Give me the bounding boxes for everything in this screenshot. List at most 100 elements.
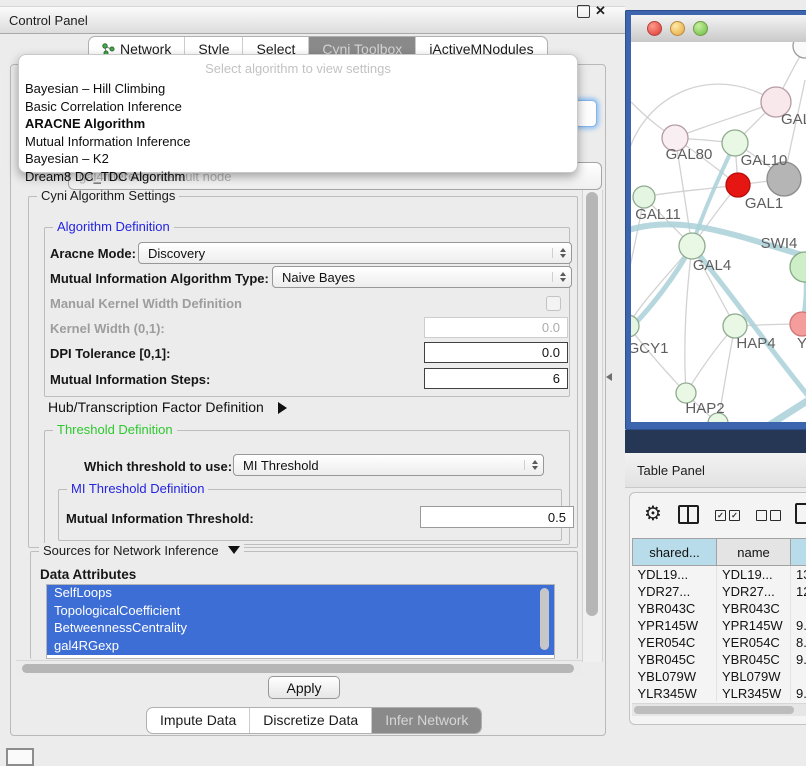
algorithm-dropdown-popup: Select algorithm to view settings Bayesi… [18,54,578,173]
network-node-SWI4[interactable] [790,252,806,282]
tab-infer-network[interactable]: Infer Network [371,708,481,733]
settings-horizontal-scrollbar[interactable] [16,660,582,675]
attribute-list-item[interactable]: TopologicalCoefficient [47,603,554,621]
node-label: GAL1 [745,195,783,212]
attribute-list-scrollbar[interactable] [540,588,549,650]
threshold-definition-title: Threshold Definition [53,422,177,437]
desktop-background [625,430,806,453]
network-view-window[interactable]: GALGAL80GAL10GAL1GAL11GAL4SWI4HAP4YGCY1H… [625,10,806,430]
minimized-panel-icon[interactable] [6,748,34,766]
algorithm-option[interactable]: Bayesian – K2 [19,150,577,168]
node-label: GAL11 [635,206,681,223]
close-traffic-light-icon[interactable] [647,21,662,36]
split-columns-icon[interactable] [678,505,699,524]
attribute-list-item[interactable]: BetweennessCentrality [47,620,554,638]
spinner-arrows-icon [524,460,538,470]
mi-type-combobox[interactable]: Naive Bayes [272,266,572,288]
gear-icon[interactable]: ⚙ [644,501,662,526]
node-label: GCY1 [631,340,668,357]
table-cell: YER054C [717,634,791,651]
table-panel-title: Table Panel [625,463,705,478]
column-header-3[interactable]: A [791,539,806,566]
table-row[interactable]: YPR145WYPR145W9. [633,617,806,634]
network-node-GAL1[interactable] [726,173,750,197]
network-edge [685,246,692,393]
algorithm-option[interactable]: Bayesian – Hill Climbing [19,80,577,98]
algorithm-option[interactable]: Mutual Information Inference [19,133,577,151]
table-row[interactable]: YBR045CYBR045C9. [633,651,806,668]
column-header-2[interactable]: name [717,539,791,566]
network-edge-thick [749,396,806,422]
algorithm-option[interactable]: Dream8 DC_TDC Algorithm [19,168,577,186]
close-icon[interactable]: ✕ [595,4,606,18]
column-header-1[interactable]: shared... [633,539,717,566]
sources-title[interactable]: Sources for Network Inference [39,543,244,558]
node-label: GAL10 [741,152,788,169]
settings-horizontal-scrollbar-thumb[interactable] [22,664,574,673]
network-node-GAL4[interactable] [679,233,705,259]
which-threshold-combobox[interactable]: MI Threshold [233,454,544,476]
attribute-list-item[interactable]: SelfLoops [47,585,554,603]
table-cell: YLR345W [717,685,791,701]
table-row[interactable]: YDL19...YDL19...13 [633,566,806,584]
float-icon[interactable] [577,5,590,18]
node-label: HAP2 [685,400,724,417]
tab-label: Infer Network [385,712,468,728]
table-cell: 9. [791,685,806,701]
mi-steps-field[interactable]: 6 [424,368,568,389]
attribute-list-item[interactable]: gal4RGexp [47,638,554,656]
mi-type-value: Naive Bayes [282,270,355,285]
table-cell: 8. [791,634,806,651]
aracne-mode-value: Discovery [148,246,205,261]
tab-discretize-data[interactable]: Discretize Data [249,708,371,733]
cyni-algorithm-settings-title: Cyni Algorithm Settings [37,188,179,203]
network-node-node-top[interactable] [793,42,806,58]
file-icon[interactable] [795,503,806,524]
table-cell: 9. [791,617,806,634]
network-window-titlebar[interactable] [631,15,806,43]
mi-threshold-field[interactable]: 0.5 [420,506,574,528]
expander-right-icon [278,402,287,414]
table-row[interactable]: YLR345WYLR345W9. [633,685,806,701]
algorithm-option[interactable]: Basic Correlation Inference [19,98,577,116]
network-canvas[interactable]: GALGAL80GAL10GAL1GAL11GAL4SWI4HAP4YGCY1H… [631,42,806,422]
table-cell: 13 [791,566,806,584]
table-horizontal-scrollbar[interactable] [632,703,806,716]
network-graph[interactable]: GALGAL80GAL10GAL1GAL11GAL4SWI4HAP4YGCY1H… [631,42,806,422]
mi-threshold-label: Mutual Information Threshold: [66,511,254,526]
mi-steps-label: Mutual Information Steps: [50,372,210,387]
node-label: HAP4 [736,335,775,352]
table-horizontal-scrollbar-thumb[interactable] [634,706,794,714]
manual-kernel-checkbox[interactable] [546,296,561,311]
table-row[interactable]: YBR043CYBR043C [633,600,806,617]
aracne-mode-combobox[interactable]: Discovery [138,242,572,264]
table-cell: YPR145W [633,617,717,634]
deselect-all-columns-icon[interactable] [756,510,784,521]
network-node-node-salmon[interactable] [790,312,806,336]
collapse-down-icon [228,546,240,554]
infer-tabbar: Impute Data Discretize Data Infer Network [146,707,482,734]
hub-definition-expander[interactable]: Hub/Transcription Factor Definition [48,399,287,415]
table-row[interactable]: YBL079WYBL079W [633,668,806,685]
tab-label: Discretize Data [263,712,358,728]
hub-definition-label: Hub/Transcription Factor Definition [48,399,264,415]
zoom-traffic-light-icon[interactable] [693,21,708,36]
algorithm-option[interactable]: ARACNE Algorithm [19,115,577,133]
apply-button[interactable]: Apply [268,676,340,699]
kernel-width-field[interactable]: 0.0 [424,317,568,338]
node-table[interactable]: shared...nameAYDL19...YDL19...13YDR27...… [632,538,806,701]
network-node-GAL11[interactable] [633,186,655,208]
settings-vertical-scrollbar-thumb[interactable] [586,192,598,616]
table-row[interactable]: YER054CYER054C8. [633,634,806,651]
table-cell: YBR045C [633,651,717,668]
dpi-tolerance-field[interactable]: 0.0 [424,342,568,363]
tab-impute-data[interactable]: Impute Data [147,708,249,733]
table-row[interactable]: YDR27...YDR27...12 [633,583,806,600]
settings-vertical-scrollbar[interactable] [582,190,603,662]
data-attributes-list[interactable]: SelfLoopsTopologicalCoefficientBetweenne… [46,584,555,659]
select-all-columns-icon[interactable]: ✓✓ [715,510,743,521]
spinner-arrows-icon [552,272,566,282]
aracne-mode-label: Aracne Mode: [50,246,136,261]
splitter-collapse-icon[interactable] [606,373,612,381]
minimize-traffic-light-icon[interactable] [670,21,685,36]
